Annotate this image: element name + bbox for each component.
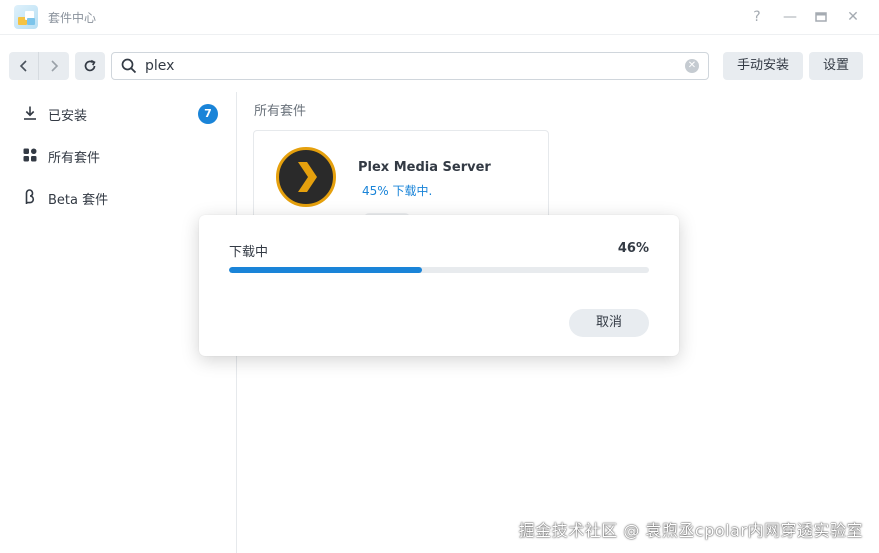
refresh-icon: [84, 59, 96, 72]
nav-group: [9, 52, 69, 80]
chevron-right-icon: [51, 60, 59, 72]
sidebar-item-installed[interactable]: 已安装 7: [0, 93, 236, 133]
download-label: 下载中: [229, 245, 269, 260]
download-icon: [24, 106, 36, 120]
plex-logo-icon: [276, 147, 336, 207]
refresh-button[interactable]: [75, 52, 105, 80]
section-title: 所有套件: [254, 104, 307, 119]
forward-button[interactable]: [39, 52, 69, 80]
manual-install-button[interactable]: 手动安装: [723, 52, 803, 80]
download-progress-fill: [229, 267, 423, 273]
maximize-icon[interactable]: [810, 7, 832, 27]
chevron-left-icon: [19, 60, 27, 72]
grid-icon: [23, 148, 37, 162]
search-input[interactable]: [145, 56, 675, 76]
sidebar-item-label: Beta 套件: [48, 193, 109, 208]
cancel-button[interactable]: 取消: [569, 309, 649, 337]
sidebar-item-label: 已安装: [48, 109, 88, 124]
download-percent: 46%: [617, 241, 649, 256]
download-progress-bar: [229, 267, 649, 273]
download-dialog: 下载中 46% 取消: [199, 215, 679, 356]
help-icon[interactable]: ?: [746, 7, 768, 27]
search-icon: [121, 58, 137, 74]
clear-search-icon[interactable]: ✕: [685, 59, 699, 73]
beta-icon: [25, 189, 35, 204]
minimize-icon[interactable]: —: [779, 7, 801, 27]
back-button[interactable]: [9, 52, 39, 80]
sidebar-item-beta[interactable]: Beta 套件: [0, 177, 236, 217]
close-icon[interactable]: ✕: [842, 7, 864, 27]
search-box[interactable]: ✕: [111, 52, 709, 80]
sidebar-item-all-packages[interactable]: 所有套件: [0, 135, 236, 175]
settings-button[interactable]: 设置: [809, 52, 863, 80]
window-title: 套件中心: [48, 11, 97, 25]
sidebar-item-label: 所有套件: [48, 151, 101, 166]
installed-count-badge: 7: [198, 104, 218, 124]
title-bar: 套件中心 ? — ✕: [0, 0, 879, 35]
watermark: 掘金技术社区 @ 袁煦丞cpolar内网穿透实验室: [518, 521, 863, 540]
package-center-icon: [14, 5, 38, 29]
package-name: Plex Media Server: [358, 160, 491, 175]
package-status: 45% 下载中.: [362, 184, 433, 198]
